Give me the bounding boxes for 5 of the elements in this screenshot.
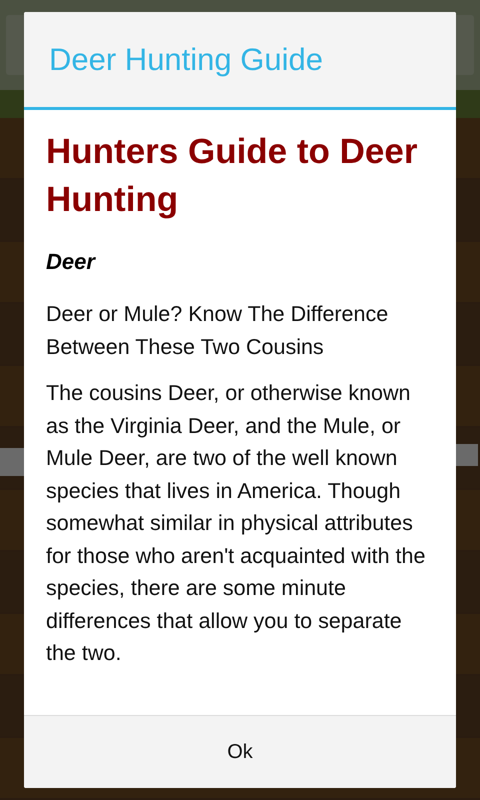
article-subheading: Deer [46, 248, 97, 276]
dialog-title: Deer Hunting Guide [49, 42, 323, 78]
article-paragraph: The cousins Deer, or otherwise known as the Virginia Deer, and the Mule, or Mule Deer, are two of the well known species that lives in America. Though somewhat similar in physical attributes for those who aren't acquainted with the species, there are some minute differences that allow you to separate the two. [46, 380, 426, 667]
article-heading: Hunters Guide to Deer Hunting [46, 131, 418, 221]
article-paragraph: Deer or Mule? Know The Difference Between These Two Cousins [46, 301, 390, 360]
